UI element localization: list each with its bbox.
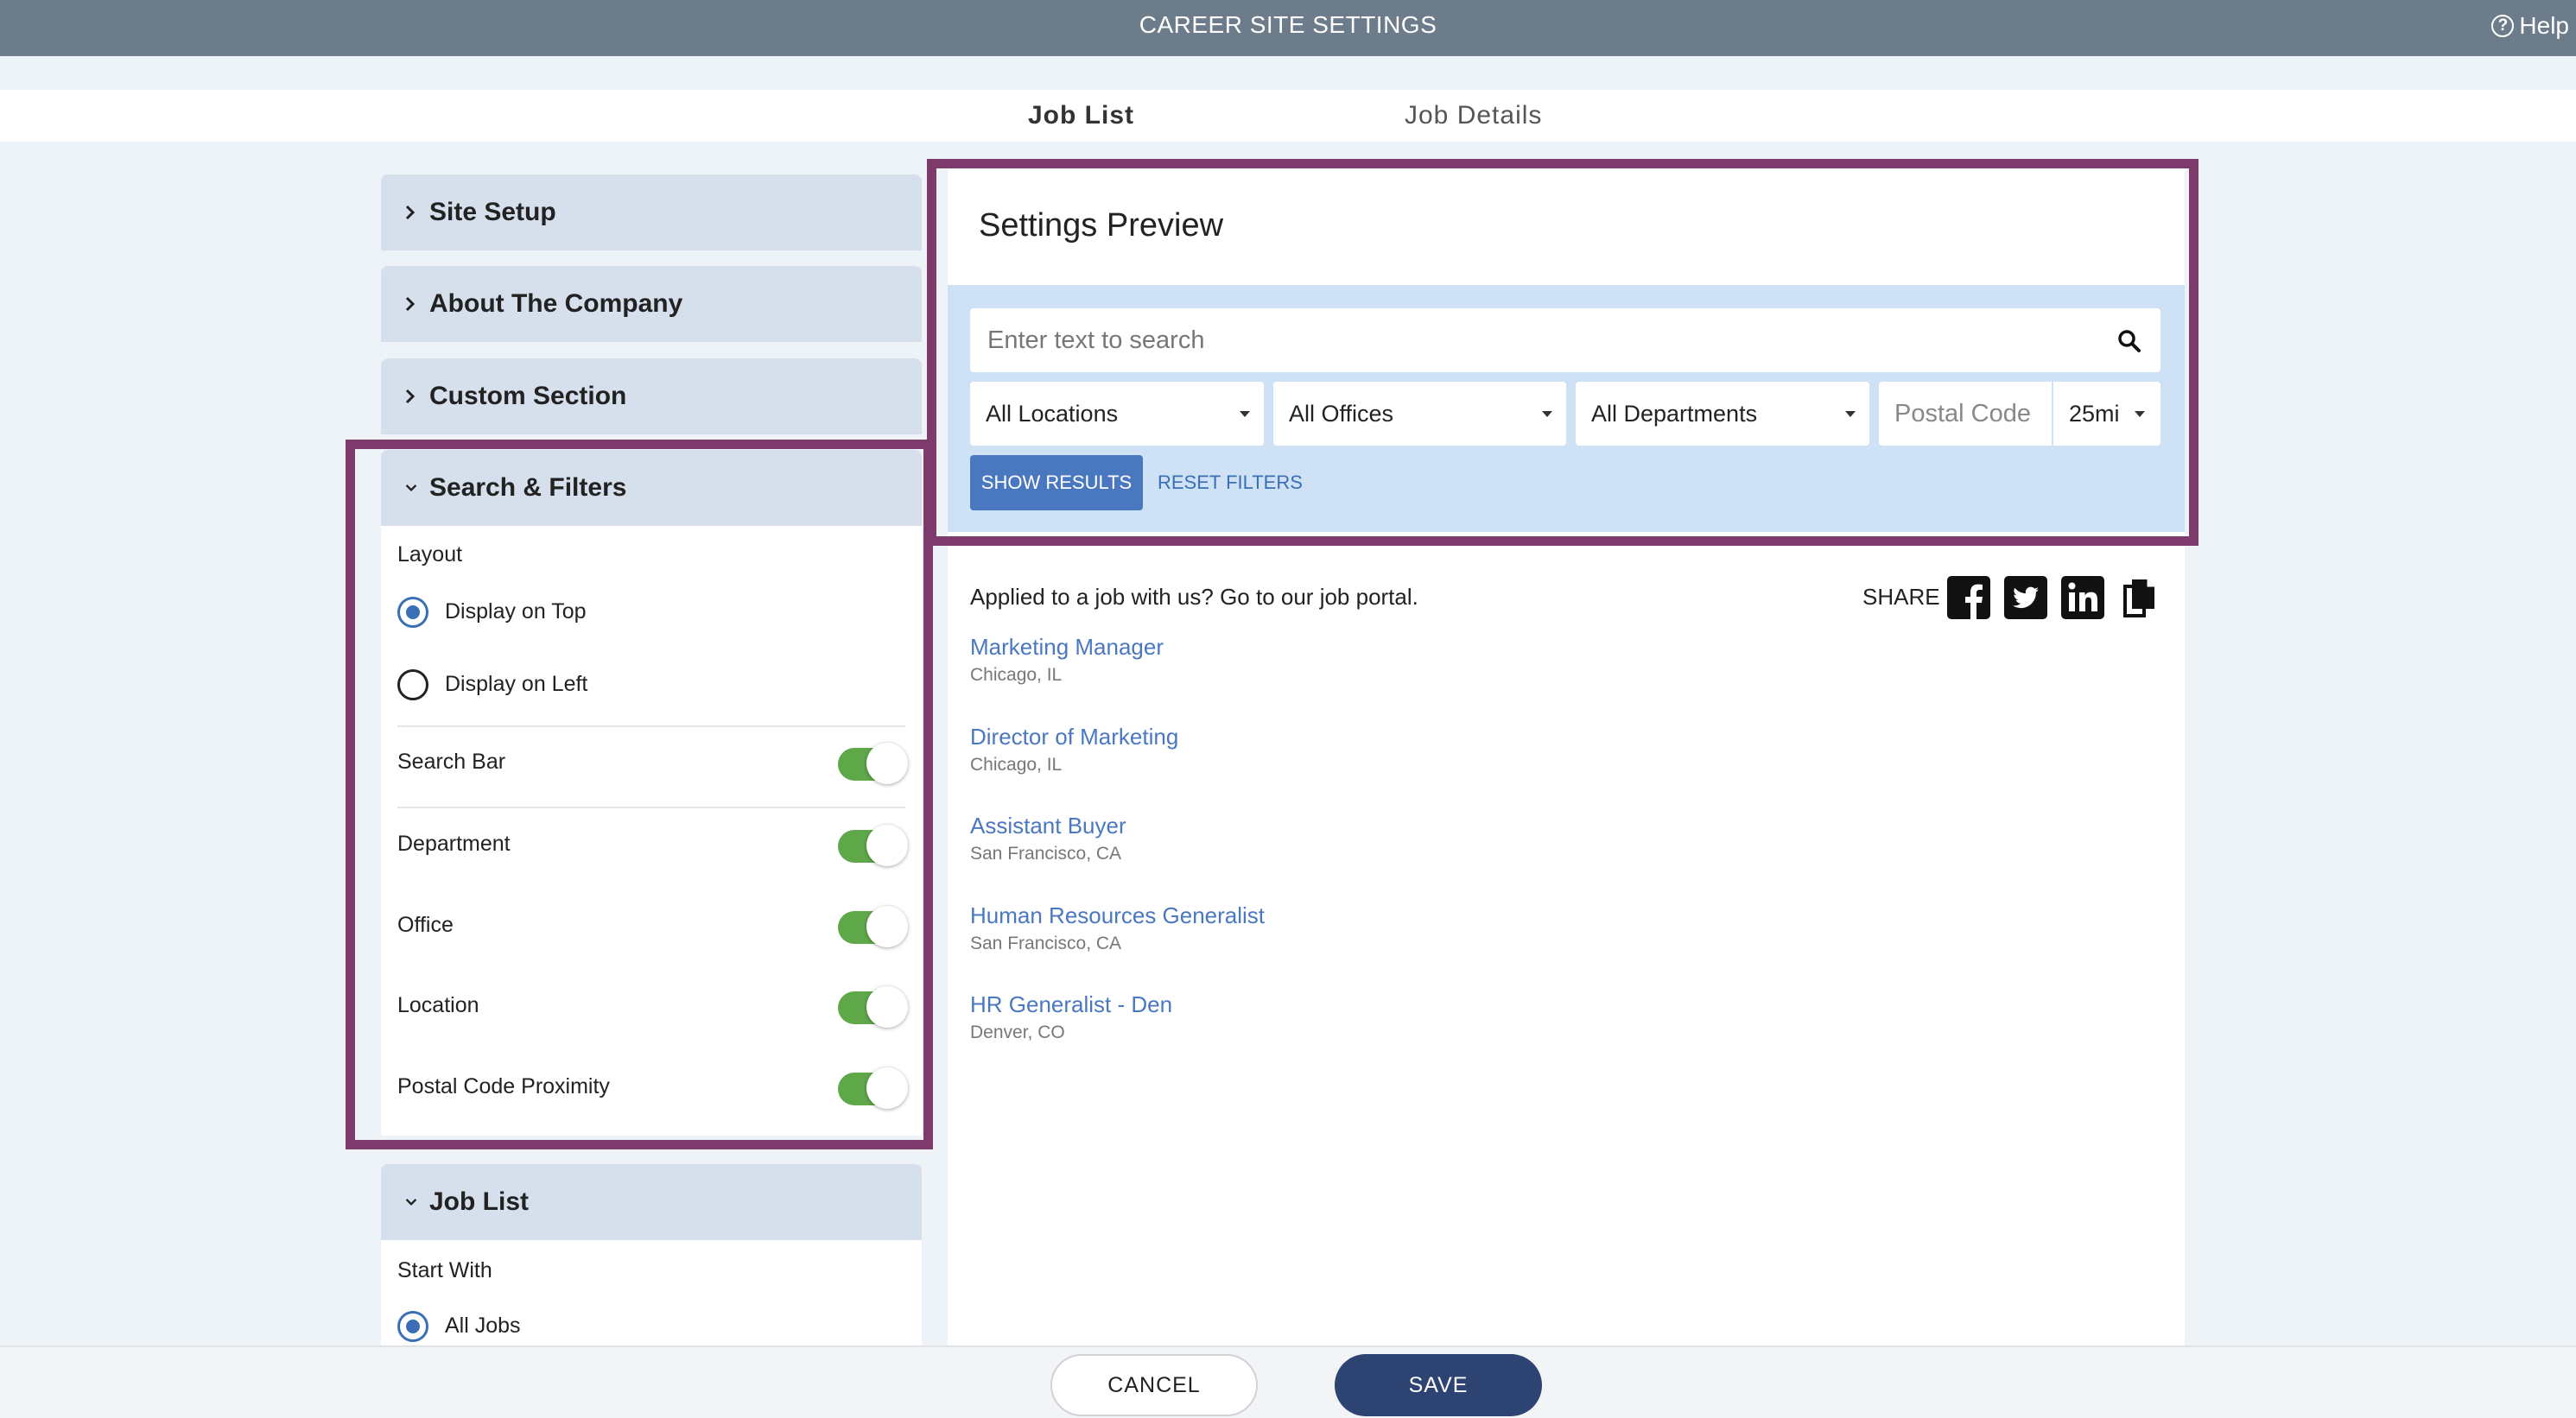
job-location: Denver, CO [970, 1022, 1065, 1042]
job-location: Chicago, IL [970, 665, 1063, 685]
section-label: About The Company [429, 289, 683, 318]
job-link[interactable]: HR Generalist - Den [970, 991, 1172, 1018]
job-link[interactable]: Director of Marketing [970, 724, 1178, 750]
section-custom[interactable]: Custom Section [381, 358, 922, 434]
tab-bar: Job List Job Details [0, 90, 2576, 142]
chevron-down-icon [405, 1197, 417, 1207]
chevron-right-icon [405, 389, 417, 404]
section-label: Custom Section [429, 382, 627, 410]
linkedin-icon[interactable] [2061, 576, 2104, 619]
copy-icon[interactable] [2118, 576, 2161, 619]
footer-bar [0, 1345, 2576, 1418]
save-button[interactable]: SAVE [1335, 1354, 1542, 1416]
job-link[interactable]: Assistant Buyer [970, 813, 1126, 839]
tab-job-list[interactable]: Job List [1028, 90, 1134, 142]
applied-text[interactable]: Applied to a job with us? Go to our job … [970, 584, 1418, 611]
chevron-right-icon [405, 205, 417, 220]
help-label: Help [2519, 12, 2569, 39]
section-label: Site Setup [429, 198, 556, 226]
start-with-label: Start With [397, 1258, 492, 1282]
job-location: Chicago, IL [970, 755, 1063, 775]
app-title: CAREER SITE SETTINGS [1139, 11, 1437, 38]
section-job-list[interactable]: Job List [381, 1164, 922, 1240]
filters-highlight-frame [346, 440, 933, 1149]
all-jobs-label: All Jobs [445, 1314, 521, 1338]
top-bar: CAREER SITE SETTINGS ? Help [0, 0, 2576, 56]
section-about-company[interactable]: About The Company [381, 266, 922, 342]
facebook-icon[interactable] [1947, 576, 1990, 619]
job-link[interactable]: Human Resources Generalist [970, 902, 1265, 929]
chevron-right-icon [405, 296, 417, 312]
job-link[interactable]: Marketing Manager [970, 634, 1164, 661]
share-label: SHARE [1862, 584, 1940, 610]
section-site-setup[interactable]: Site Setup [381, 174, 922, 250]
twitter-icon[interactable] [2004, 576, 2047, 619]
section-label: Job List [429, 1187, 530, 1216]
job-location: San Francisco, CA [970, 844, 1122, 864]
help-icon: ? [2491, 15, 2515, 37]
radio-all-jobs[interactable] [397, 1311, 428, 1342]
cancel-button[interactable]: CANCEL [1050, 1354, 1258, 1416]
job-location: San Francisco, CA [970, 934, 1122, 953]
tab-job-details[interactable]: Job Details [1405, 90, 1542, 142]
preview-highlight-frame [927, 159, 2198, 546]
help-button[interactable]: ? Help [2491, 0, 2569, 52]
